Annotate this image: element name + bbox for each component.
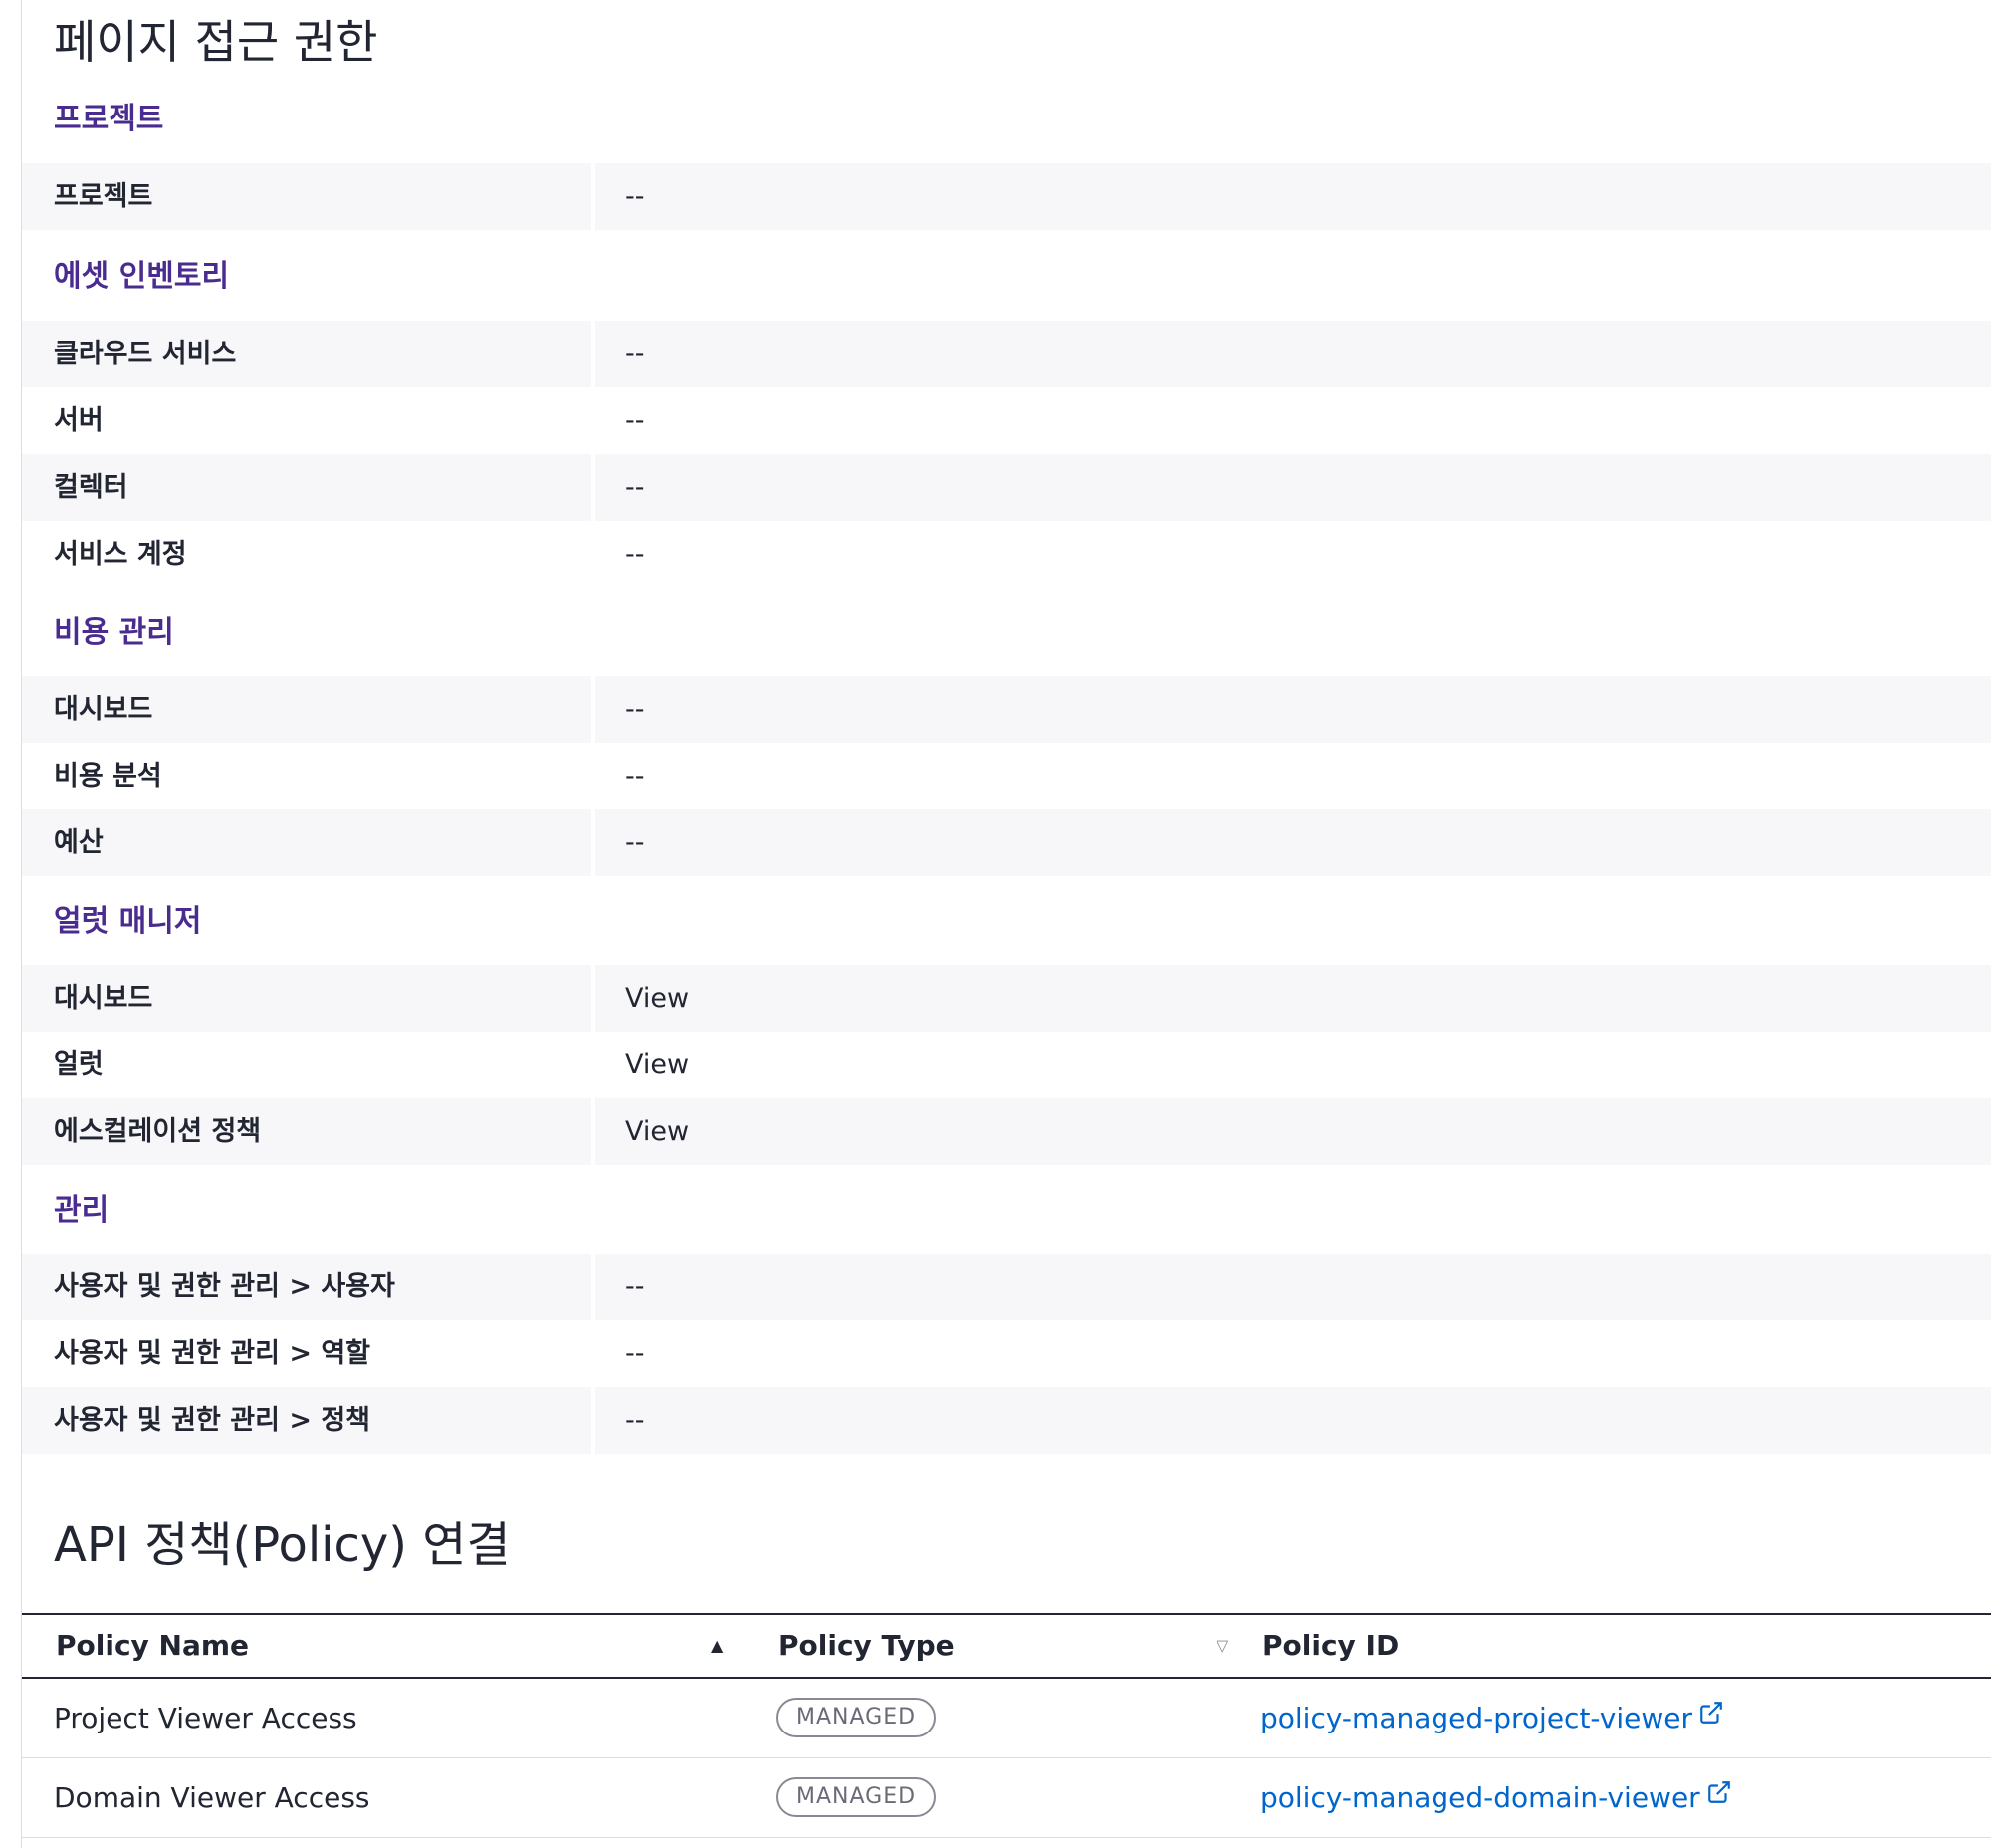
page: 페이지 접근 권한 프로젝트 프로젝트 -- 에셋 인벤토리 클라우드 서비스 … [0,0,1991,1848]
row-value: -- [625,1405,645,1436]
row-value: -- [625,694,645,725]
row-label: 대시보드 [54,694,153,725]
row-value: View [625,1049,690,1080]
policy-id-link[interactable]: policy-managed-project-viewer [1260,1702,1692,1734]
permission-row: 사용자 및 권한 관리 > 사용자 -- [22,1254,1991,1320]
row-value: -- [625,472,645,503]
row-value-cell: -- [595,521,1991,587]
row-value: -- [625,761,645,792]
section-title-asset-inventory: 에셋 인벤토리 [54,259,230,294]
triangle-up-icon[interactable]: ▲ [711,1615,723,1677]
permission-row: 에스컬레이션 정책 View [22,1098,1991,1165]
section-title-administration: 관리 [54,1193,110,1228]
row-value-cell: -- [595,321,1991,387]
left-border [21,0,22,1848]
row-label-cell: 프로젝트 [22,163,591,230]
external-link-icon[interactable] [1698,1677,1724,1755]
row-label: 사용자 및 권한 관리 > 역할 [54,1338,371,1369]
row-label-cell: 대시보드 [22,676,591,743]
column-header-policy-id: Policy ID [1262,1629,1400,1662]
page-title: 페이지 접근 권한 [54,15,378,69]
row-label: 사용자 및 권한 관리 > 정책 [54,1405,371,1436]
row-label: 프로젝트 [54,181,153,212]
permission-row: 서버 -- [22,387,1991,454]
row-label-cell: 얼럿 [22,1032,591,1098]
row-label-cell: 에스컬레이션 정책 [22,1098,591,1165]
table-row: Project Viewer Access MANAGED policy-man… [22,1679,1991,1758]
row-label-cell: 예산 [22,809,591,876]
row-value-cell: -- [595,809,1991,876]
permission-row: 클라우드 서비스 -- [22,321,1991,387]
row-label: 서비스 계정 [54,539,187,570]
row-value: -- [625,339,645,369]
row-label-cell: 컬렉터 [22,454,591,521]
row-value: -- [625,1338,645,1369]
row-label: 예산 [54,827,104,858]
section-title-cost-management: 비용 관리 [54,615,174,650]
row-label-cell: 비용 분석 [22,743,591,809]
permission-row: 프로젝트 -- [22,163,1991,230]
row-value-cell: -- [595,743,1991,809]
permission-row: 예산 -- [22,809,1991,876]
permission-row: 대시보드 -- [22,676,1991,743]
row-label: 비용 분석 [54,761,162,792]
row-value: -- [625,539,645,570]
row-value: View [625,1116,690,1147]
row-label: 대시보드 [54,983,153,1014]
policy-type-badge: MANAGED [776,1777,937,1817]
row-label-cell: 사용자 및 권한 관리 > 사용자 [22,1254,591,1320]
permission-row: 얼럿 View [22,1032,1991,1098]
section-title-project: 프로젝트 [54,102,164,136]
triangle-down-outline-icon[interactable]: ▽ [1217,1615,1228,1677]
policy-id-link-wrap[interactable]: policy-managed-project-viewer [1260,1679,1724,1757]
row-label-cell: 서비스 계정 [22,521,591,587]
row-label: 에스컬레이션 정책 [54,1116,262,1147]
row-value-cell: View [595,965,1991,1032]
row-value-cell: -- [595,163,1991,230]
permission-row: 비용 분석 -- [22,743,1991,809]
permission-row: 대시보드 View [22,965,1991,1032]
row-label: 사용자 및 권한 관리 > 사용자 [54,1271,395,1302]
row-value: -- [625,827,645,858]
row-label: 컬렉터 [54,472,128,503]
row-value-cell: -- [595,676,1991,743]
row-label-cell: 서버 [22,387,591,454]
policy-type-badge: MANAGED [776,1698,937,1737]
section-title-alert-manager: 얼럿 매니저 [54,904,202,939]
row-label-cell: 사용자 및 권한 관리 > 정책 [22,1387,591,1454]
policy-name-cell: Domain Viewer Access [54,1781,370,1814]
permission-row: 컬렉터 -- [22,454,1991,521]
table-row: Domain Viewer Access MANAGED policy-mana… [22,1758,1991,1838]
policy-name-cell: Project Viewer Access [54,1702,357,1734]
permission-row: 사용자 및 권한 관리 > 정책 -- [22,1387,1991,1454]
row-value-cell: -- [595,1254,1991,1320]
row-value-cell: -- [595,1387,1991,1454]
permission-row: 사용자 및 권한 관리 > 역할 -- [22,1320,1991,1387]
row-label-cell: 대시보드 [22,965,591,1032]
column-header-policy-name[interactable]: Policy Name [56,1615,249,1677]
permission-row: 서비스 계정 -- [22,521,1991,587]
row-label: 서버 [54,405,104,436]
row-value: -- [625,405,645,436]
row-label-cell: 사용자 및 권한 관리 > 역할 [22,1320,591,1387]
policy-id-link[interactable]: policy-managed-domain-viewer [1260,1781,1700,1814]
row-value: -- [625,181,645,212]
column-header-policy-type[interactable]: Policy Type [778,1615,955,1677]
policy-id-link-wrap[interactable]: policy-managed-domain-viewer [1260,1758,1732,1837]
row-value-cell: View [595,1098,1991,1165]
row-value-cell: -- [595,1320,1991,1387]
row-value: View [625,983,690,1014]
row-value: -- [625,1271,645,1302]
row-label: 얼럿 [54,1049,104,1080]
row-value-cell: -- [595,387,1991,454]
row-value-cell: -- [595,454,1991,521]
api-policy-title: API 정책(Policy) 연결 [54,1517,511,1573]
external-link-icon[interactable] [1706,1756,1732,1835]
row-label: 클라우드 서비스 [54,339,237,369]
table-header: Policy Name ▲ Policy Type ▽ Policy ID [22,1613,1991,1679]
row-value-cell: View [595,1032,1991,1098]
row-label-cell: 클라우드 서비스 [22,321,591,387]
